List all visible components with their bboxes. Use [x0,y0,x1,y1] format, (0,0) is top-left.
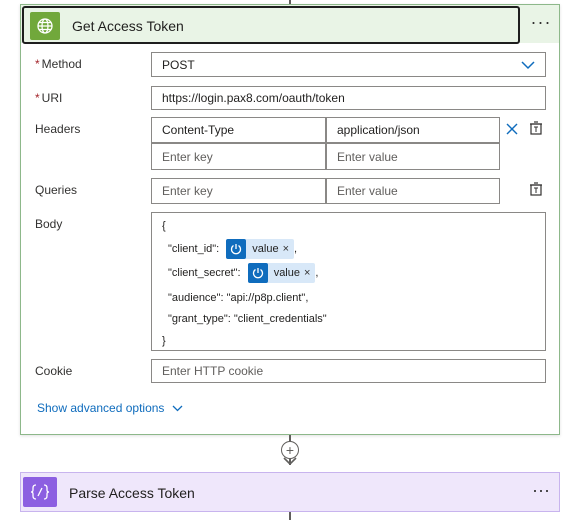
globe-icon [30,12,60,40]
value-placeholder: Enter value [337,184,398,198]
cookie-label: Cookie [35,364,73,378]
body-editor[interactable]: { "client_id": value × , "client_secret"… [151,212,546,351]
dynamic-content-token[interactable]: value × [247,263,316,283]
uri-value: https://login.pax8.com/oauth/token [162,91,345,105]
chevron-down-icon [172,405,183,411]
new-header-value-input[interactable]: Enter value [326,143,500,170]
query-key-input[interactable]: Enter key [151,178,326,204]
header-key-value: Content-Type [162,123,235,137]
http-action-card: Get Access Token ··· * Method POST * URI h… [20,4,560,435]
comma: , [315,266,319,279]
body-label: Body [35,217,63,231]
body-client-secret-line: "client_secret": value × , [168,263,318,283]
token-label: value [273,267,300,279]
key-placeholder: Enter key [162,149,213,164]
method-label: * Method [35,57,82,71]
body-audience-line: "audience": "api://p8p.client", [168,292,309,304]
toggle-text-mode-icon[interactable] [529,121,543,135]
key-placeholder: Enter key [162,184,213,198]
expression-icon [226,239,247,259]
uri-label: * URI [35,91,62,105]
headers-label: Headers [35,122,81,136]
remove-token-icon[interactable]: × [304,267,310,279]
header-key-input[interactable]: Content-Type [151,117,326,143]
action-header-focus[interactable]: Get Access Token [22,6,520,44]
flow-canvas: Get Access Token ··· * Method POST * URI h… [0,0,582,520]
method-value: POST [162,57,195,72]
connector-line-bottom [289,512,291,520]
chevron-down-icon [521,61,535,70]
cookie-input[interactable]: Enter HTTP cookie [151,359,546,383]
parse-json-icon [23,477,57,507]
parse-json-action-card[interactable]: Parse Access Token ··· [20,472,560,512]
show-advanced-options-link[interactable]: Show advanced options [37,401,183,415]
body-grant-type-line: "grant_type": "client_credentials" [168,313,327,325]
method-dropdown[interactable]: POST [151,52,546,77]
value-placeholder: Enter value [337,149,398,164]
uri-input[interactable]: https://login.pax8.com/oauth/token [151,86,546,110]
method-label-text: Method [41,57,82,71]
advanced-options-label: Show advanced options [37,401,165,415]
new-header-key-input[interactable]: Enter key [151,143,326,170]
query-value-input[interactable]: Enter value [326,178,500,204]
action-title[interactable]: Get Access Token [72,18,184,34]
expression-icon [247,263,268,283]
body-close-brace: } [162,335,166,347]
client-secret-key: "client_secret": [168,266,241,279]
header-value-value: application/json [337,123,420,137]
required-marker: * [35,57,40,71]
action-header: Get Access Token ··· [21,5,559,44]
comma: , [294,242,298,255]
toggle-text-mode-icon[interactable] [529,182,543,196]
dynamic-content-token[interactable]: value × [226,239,295,259]
required-marker: * [35,91,40,105]
more-options-icon[interactable]: ··· [527,479,555,505]
uri-label-text: URI [41,91,63,105]
client-id-key: "client_id": [168,242,220,255]
header-value-input[interactable]: application/json [326,117,500,143]
parse-action-title: Parse Access Token [69,485,195,501]
body-client-id-line: "client_id": value × , [168,239,297,259]
more-options-icon[interactable]: ··· [527,11,555,37]
remove-header-icon[interactable] [505,122,519,136]
cookie-placeholder: Enter HTTP cookie [162,364,264,378]
arrow-down-icon [283,457,297,466]
token-label: value [252,243,279,255]
body-open-brace: { [162,220,166,232]
remove-token-icon[interactable]: × [283,243,289,255]
queries-label: Queries [35,183,78,197]
